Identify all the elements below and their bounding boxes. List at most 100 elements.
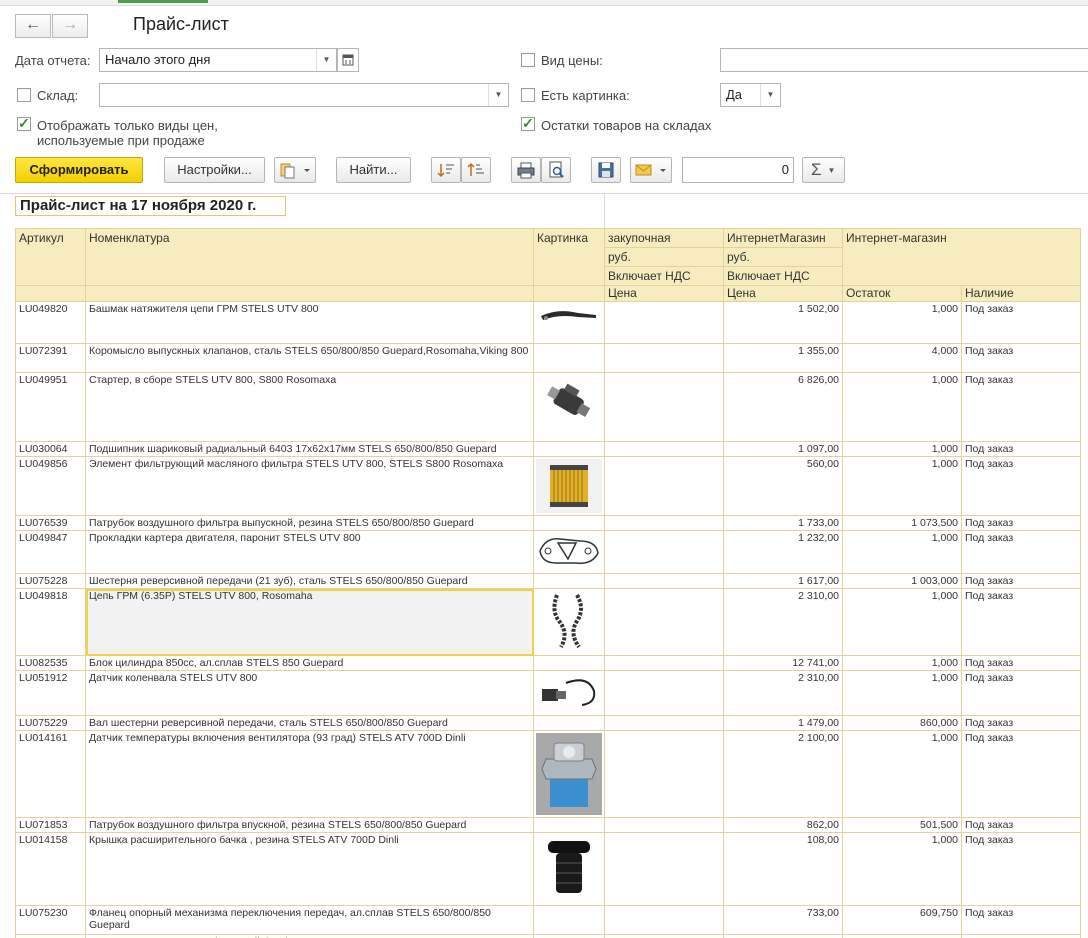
table-row[interactable]: LU049856 Элемент фильтрующий масляного фи… xyxy=(15,456,1081,516)
page-title: Прайс-лист xyxy=(133,14,229,34)
cell-remain: 1,000 xyxy=(842,832,962,906)
table-row[interactable]: LU082535 Блок цилиндра 850cc, ал.сплав ST… xyxy=(15,655,1081,671)
cell-name: Коромысло выпускных клапанов, сталь STEL… xyxy=(85,343,534,373)
cell-article: LU071853 xyxy=(15,817,86,833)
cell-picture xyxy=(533,301,605,344)
table-row[interactable]: LU030064 Подшипник шариковый радиальный 6… xyxy=(15,441,1081,457)
print-preview-button[interactable] xyxy=(541,157,571,183)
sort-desc-button[interactable] xyxy=(461,157,491,183)
chevron-down-icon: ▼ xyxy=(827,165,836,175)
cell-remain: 1,000 xyxy=(842,301,962,344)
cell-remain: 1,000 xyxy=(842,441,962,457)
cell-availability: Под заказ xyxy=(961,905,1081,935)
table-row[interactable]: LU049951 Стартер, в сборе STELS UTV 800, … xyxy=(15,372,1081,442)
cell-picture xyxy=(533,441,605,457)
cell-internet-price: 862,00 xyxy=(723,817,843,833)
variant-menu-button[interactable] xyxy=(274,157,316,183)
cell-purchase-price xyxy=(604,301,724,344)
cell-purchase-price xyxy=(604,670,724,716)
only-sale-prices-checkbox[interactable]: ✓ xyxy=(17,116,31,131)
cell-internet-price: 2 310,00 xyxy=(723,588,843,656)
price-type-checkbox[interactable] xyxy=(521,53,535,67)
cell-article: LU049847 xyxy=(15,530,86,574)
cell-purchase-price xyxy=(604,832,724,906)
table-row[interactable]: LU075230 Фланец опорный механизма переклю… xyxy=(15,905,1081,935)
chevron-down-icon[interactable]: ▼ xyxy=(488,84,508,106)
print-button[interactable] xyxy=(511,157,541,183)
cell-picture xyxy=(533,817,605,833)
table-row[interactable]: LU049820 Башмак натяжителя цепи ГРМ STELS… xyxy=(15,301,1081,344)
cell-internet-price: 1 355,00 xyxy=(723,343,843,373)
table-row[interactable]: LU051912 Датчик коленвала STELS UTV 800 2 … xyxy=(15,670,1081,716)
cell-name: Шестерня реверсивной передачи (21 зуб), … xyxy=(85,573,534,589)
cell-remain: 1,000 xyxy=(842,456,962,516)
table-row[interactable]: LU045069Съемник ротора магнето (короткий… xyxy=(15,934,1081,938)
has-picture-checkbox[interactable] xyxy=(521,88,535,102)
temp-sensor-image xyxy=(536,733,602,815)
cell-name: Башмак натяжителя цепи ГРМ STELS UTV 800 xyxy=(85,301,534,344)
header-purchase-vat: Включает НДС xyxy=(604,266,724,286)
warehouse-select[interactable]: ▼ xyxy=(99,83,509,107)
print-preview-icon xyxy=(549,161,564,178)
cell-availability: Под заказ xyxy=(961,573,1081,589)
send-email-button[interactable] xyxy=(630,157,672,183)
sum-menu-button[interactable]: Σ ▼ xyxy=(802,157,845,183)
cell-name: Патрубок воздушного фильтра выпускной, р… xyxy=(85,515,534,531)
report-area[interactable]: Прайс-лист на 17 ноября 2020 г. Артикул … xyxy=(0,193,1088,938)
active-tab-marker xyxy=(118,0,208,3)
report-date-select[interactable]: Начало этого дня ▼ xyxy=(99,48,337,72)
table-row[interactable]: LU049847 Прокладки картера двигателя, пар… xyxy=(15,530,1081,574)
warehouse-checkbox[interactable] xyxy=(17,88,31,102)
chevron-down-icon[interactable]: ▼ xyxy=(316,49,336,71)
cell-remain: 1,000 xyxy=(842,934,962,938)
stock-checkbox[interactable]: ✓ xyxy=(521,116,535,131)
cell-article: LU082535 xyxy=(15,655,86,671)
cell-article: LU014161 xyxy=(15,730,86,818)
cell-internet-price: 1 502,00 xyxy=(723,301,843,344)
cell-article: LU014158 xyxy=(15,832,86,906)
chevron-down-icon[interactable]: ▼ xyxy=(760,84,780,106)
table-row[interactable]: LU071853 Патрубок воздушного фильтра впус… xyxy=(15,817,1081,833)
cell-name: Фланец опорный механизма переключения пе… xyxy=(85,905,534,935)
back-button[interactable]: ← xyxy=(15,14,51,38)
report-date-value: Начало этого дня xyxy=(105,52,211,67)
header-picture: Картинка xyxy=(533,228,605,286)
cell-purchase-price xyxy=(604,573,724,589)
table-row[interactable]: LU072391 Коромысло выпускных клапанов, ст… xyxy=(15,343,1081,373)
cell-remain: 1,000 xyxy=(842,530,962,574)
cell-availability: Под заказ xyxy=(961,343,1081,373)
report-divider xyxy=(604,194,605,228)
cell-name: Блок цилиндра 850cc, ал.сплав STELS 850 … xyxy=(85,655,534,671)
cell-article: LU049856 xyxy=(15,456,86,516)
forward-button[interactable]: → xyxy=(52,14,88,38)
find-button[interactable]: Найти... xyxy=(336,157,411,183)
table-row[interactable]: LU014158 Крышка расширительного бачка , р… xyxy=(15,832,1081,906)
cell-internet-price: 1 617,00 xyxy=(723,573,843,589)
has-picture-select[interactable]: Да ▼ xyxy=(720,83,781,107)
sum-field[interactable]: 0 xyxy=(682,157,794,183)
header-internet-price: Цена xyxy=(723,285,843,302)
table-row[interactable]: LU049818 Цепь ГРМ (6.35P) STELS UTV 800, … xyxy=(15,588,1081,656)
save-button[interactable] xyxy=(591,157,621,183)
generate-button[interactable]: Сформировать xyxy=(15,157,143,183)
cell-picture xyxy=(533,530,605,574)
cell-availability: Под заказ xyxy=(961,301,1081,344)
printer-icon xyxy=(517,162,535,179)
cell-availability: Под заказ xyxy=(961,456,1081,516)
table-row[interactable]: LU014161 Датчик температуры включения вен… xyxy=(15,730,1081,818)
calendar-icon xyxy=(342,54,354,66)
only-sale-prices-label-2: используемые при продаже xyxy=(37,133,205,148)
cell-remain: 4,000 xyxy=(842,343,962,373)
table-row[interactable]: LU075228 Шестерня реверсивной передачи (2… xyxy=(15,573,1081,589)
cell-picture xyxy=(533,730,605,818)
price-type-input[interactable] xyxy=(720,48,1088,72)
sort-asc-button[interactable] xyxy=(431,157,461,183)
table-row[interactable]: LU076539 Патрубок воздушного фильтра выпу… xyxy=(15,515,1081,531)
table-row[interactable]: LU075229 Вал шестерни реверсивной передач… xyxy=(15,715,1081,731)
calendar-button[interactable] xyxy=(337,48,359,72)
sensor-image xyxy=(536,673,602,713)
cell-article: LU075229 xyxy=(15,715,86,731)
settings-button[interactable]: Настройки... xyxy=(164,157,265,183)
cell-internet-price: 2 100,00 xyxy=(723,730,843,818)
cell-name: Элемент фильтрующий масляного фильтра ST… xyxy=(85,456,534,516)
